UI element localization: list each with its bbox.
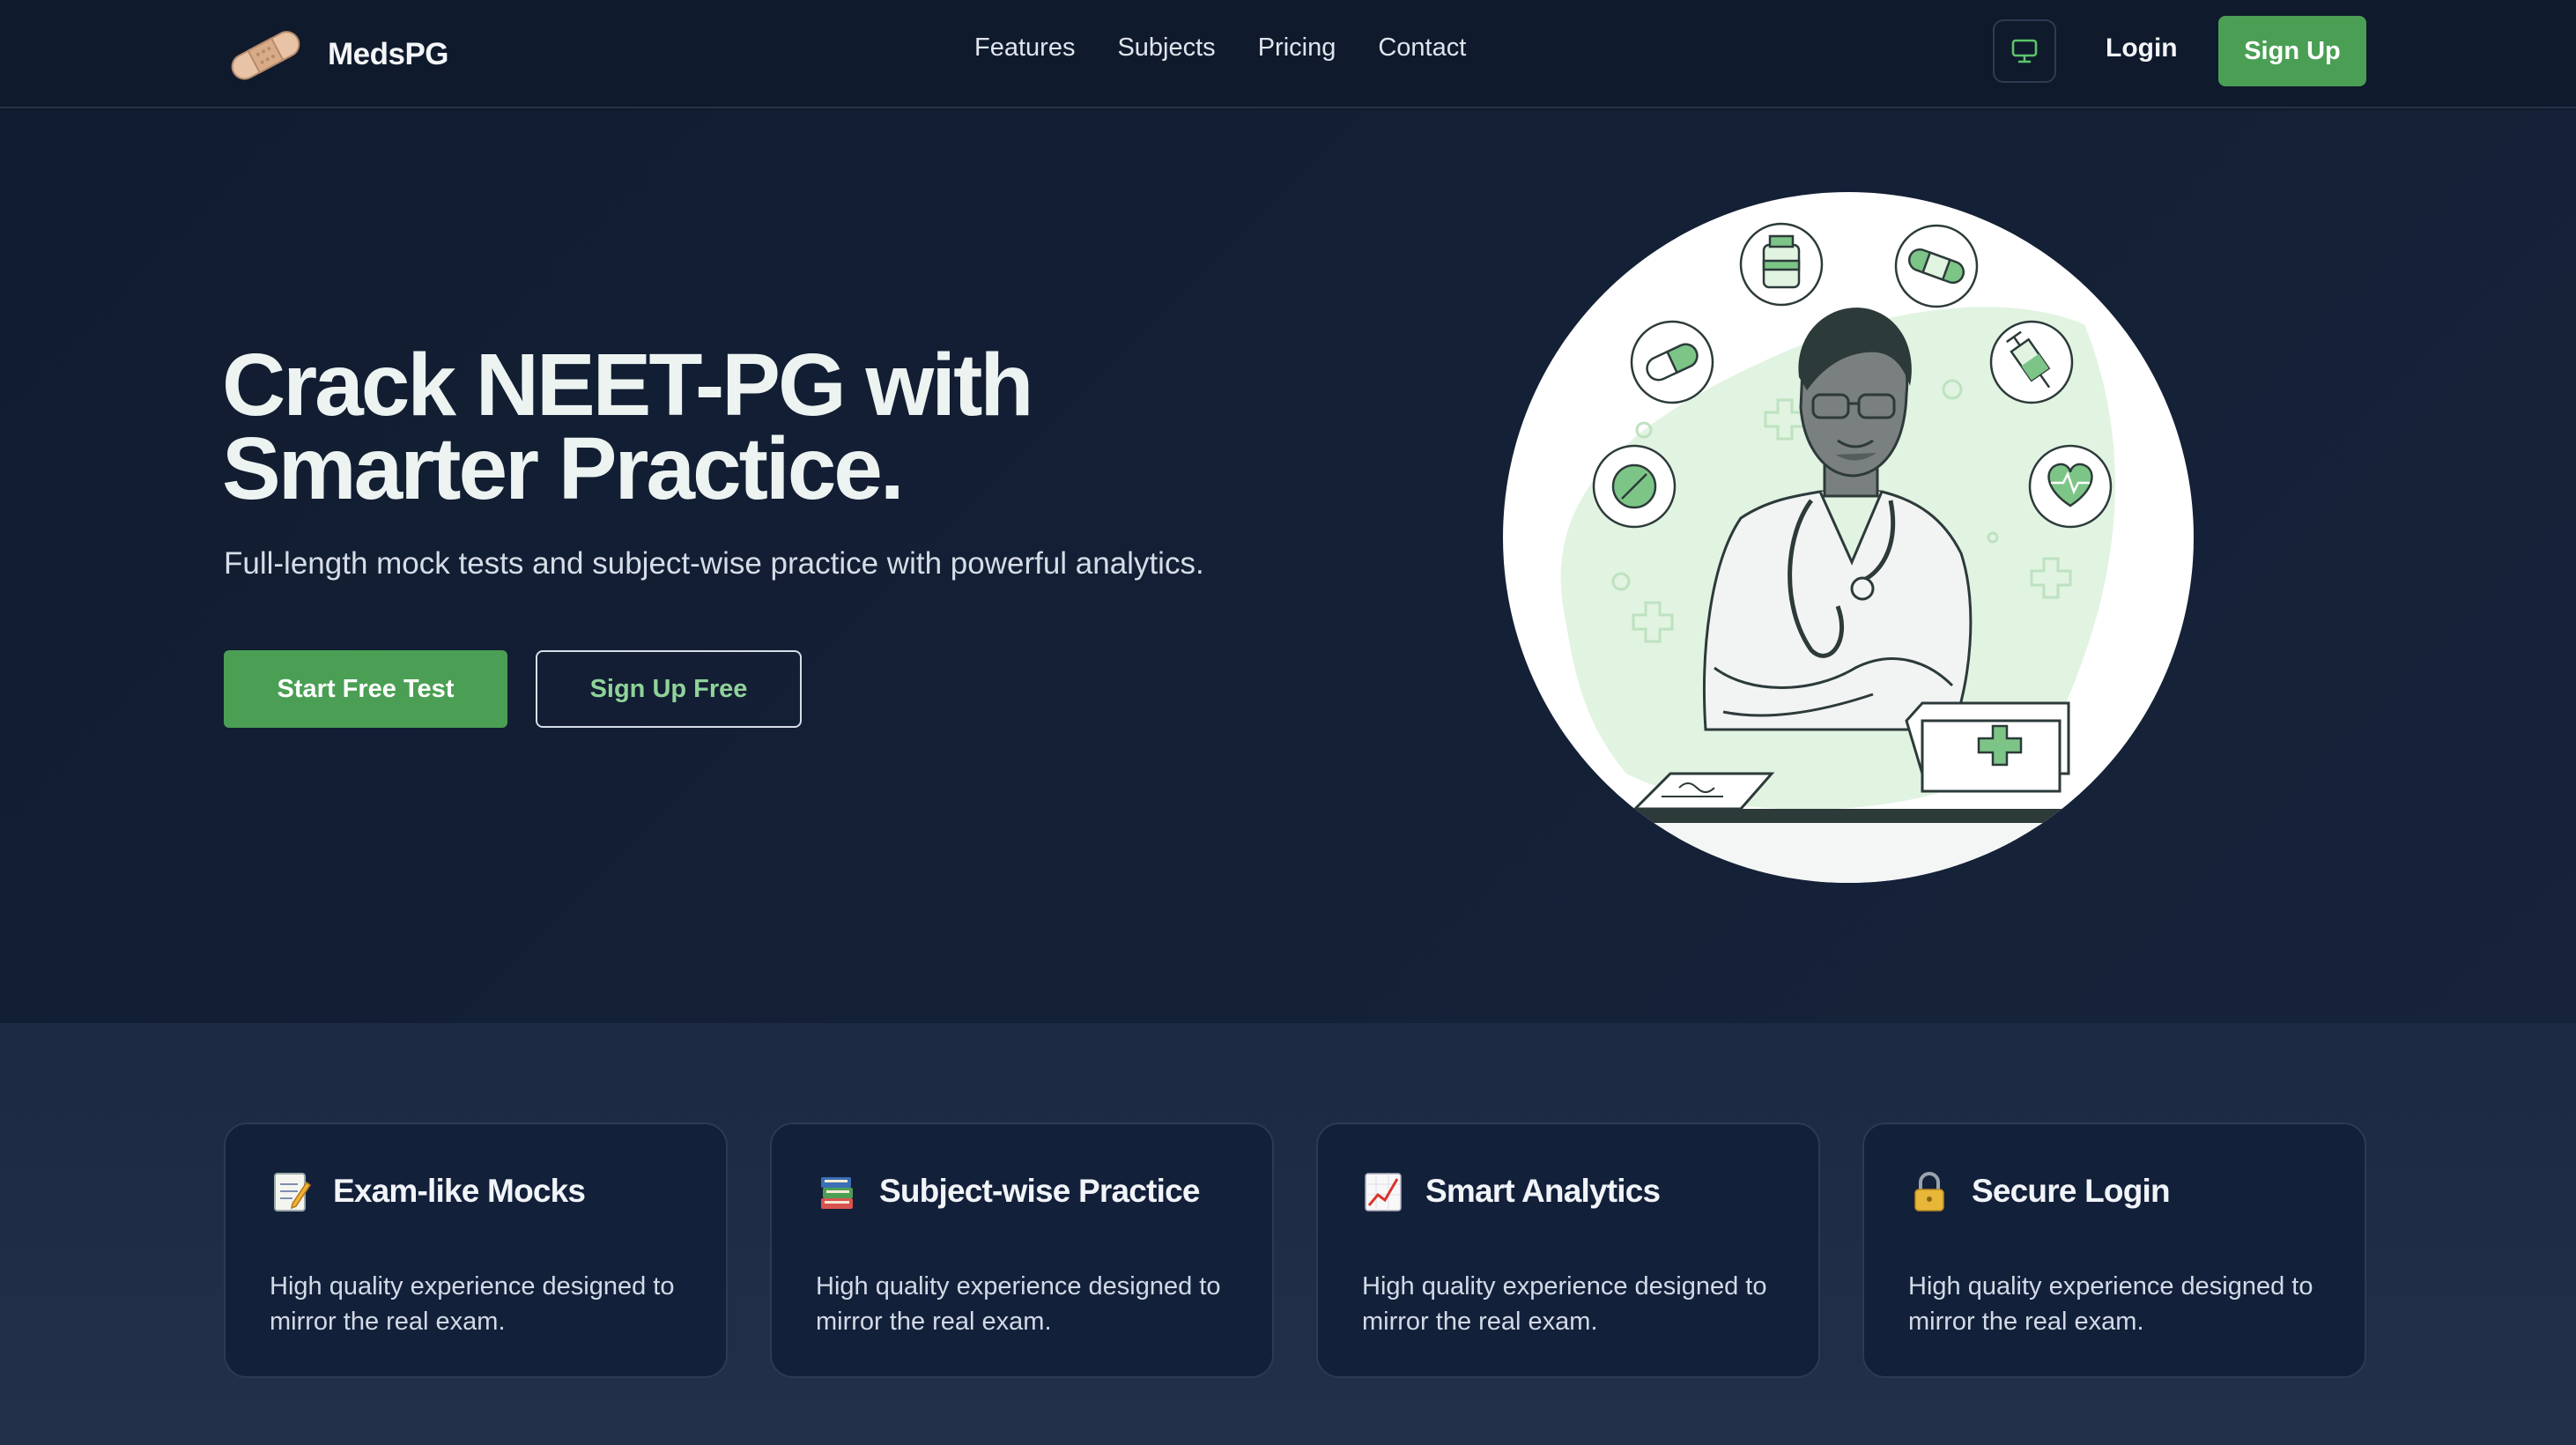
monitor-icon	[2011, 39, 2038, 63]
chart-increasing-icon	[1365, 1173, 1402, 1212]
brand[interactable]: MedsPG	[226, 19, 449, 90]
navbar: MedsPG Features Subjects Pricing Contact…	[0, 0, 2576, 108]
landing-page: MedsPG Features Subjects Pricing Contact…	[0, 0, 2576, 1445]
feature-description: High quality experience designed to mirr…	[1908, 1272, 2313, 1336]
feature-card: Secure Login High quality experience des…	[1862, 1123, 2366, 1378]
feature-card: Subject-wise Practice High quality exper…	[770, 1123, 1274, 1378]
feature-description: High quality experience designed to mirr…	[816, 1272, 1221, 1336]
features-section: Exam-like Mocks High quality experience …	[0, 1023, 2576, 1445]
hero-subtitle: Full-length mock tests and subject-wise …	[224, 546, 1204, 581]
signup-free-button[interactable]: Sign Up Free	[536, 650, 802, 728]
nav-link-subjects[interactable]: Subjects	[1117, 33, 1215, 63]
theme-toggle-button[interactable]	[1993, 19, 2056, 83]
nav-links: Features Subjects Pricing Contact	[974, 33, 1466, 63]
feature-description: High quality experience designed to mirr…	[270, 1272, 675, 1336]
books-icon	[821, 1177, 853, 1209]
login-link[interactable]: Login	[2106, 33, 2178, 63]
feature-title: Secure Login	[1972, 1173, 2171, 1209]
hero-title: Crack NEET-PG with Smarter Practice.	[222, 341, 1367, 513]
feature-title: Smart Analytics	[1425, 1173, 1661, 1209]
memo-icon	[274, 1173, 312, 1212]
nav-link-contact[interactable]: Contact	[1378, 33, 1466, 63]
doctor-illustration	[1503, 192, 2194, 883]
brand-name: MedsPG	[328, 37, 449, 71]
feature-title: Exam-like Mocks	[333, 1173, 586, 1209]
lock-icon	[1914, 1172, 1944, 1212]
feature-title: Subject-wise Practice	[879, 1173, 1200, 1209]
hero-section: Crack NEET-PG with Smarter Practice. Ful…	[0, 110, 2576, 1023]
feature-cards: Exam-like Mocks High quality experience …	[224, 1123, 2366, 1378]
nav-link-pricing[interactable]: Pricing	[1258, 33, 1336, 63]
feature-card: Exam-like Mocks High quality experience …	[224, 1123, 728, 1378]
nav-link-features[interactable]: Features	[974, 33, 1075, 63]
bandage-icon	[231, 31, 300, 80]
signup-button[interactable]: Sign Up	[2218, 16, 2366, 86]
feature-description: High quality experience designed to mirr…	[1362, 1272, 1767, 1336]
start-free-test-button[interactable]: Start Free Test	[224, 650, 507, 728]
feature-card: Smart Analytics High quality experience …	[1316, 1123, 1820, 1378]
hero-title-line2: Smarter Practice.	[222, 419, 905, 518]
